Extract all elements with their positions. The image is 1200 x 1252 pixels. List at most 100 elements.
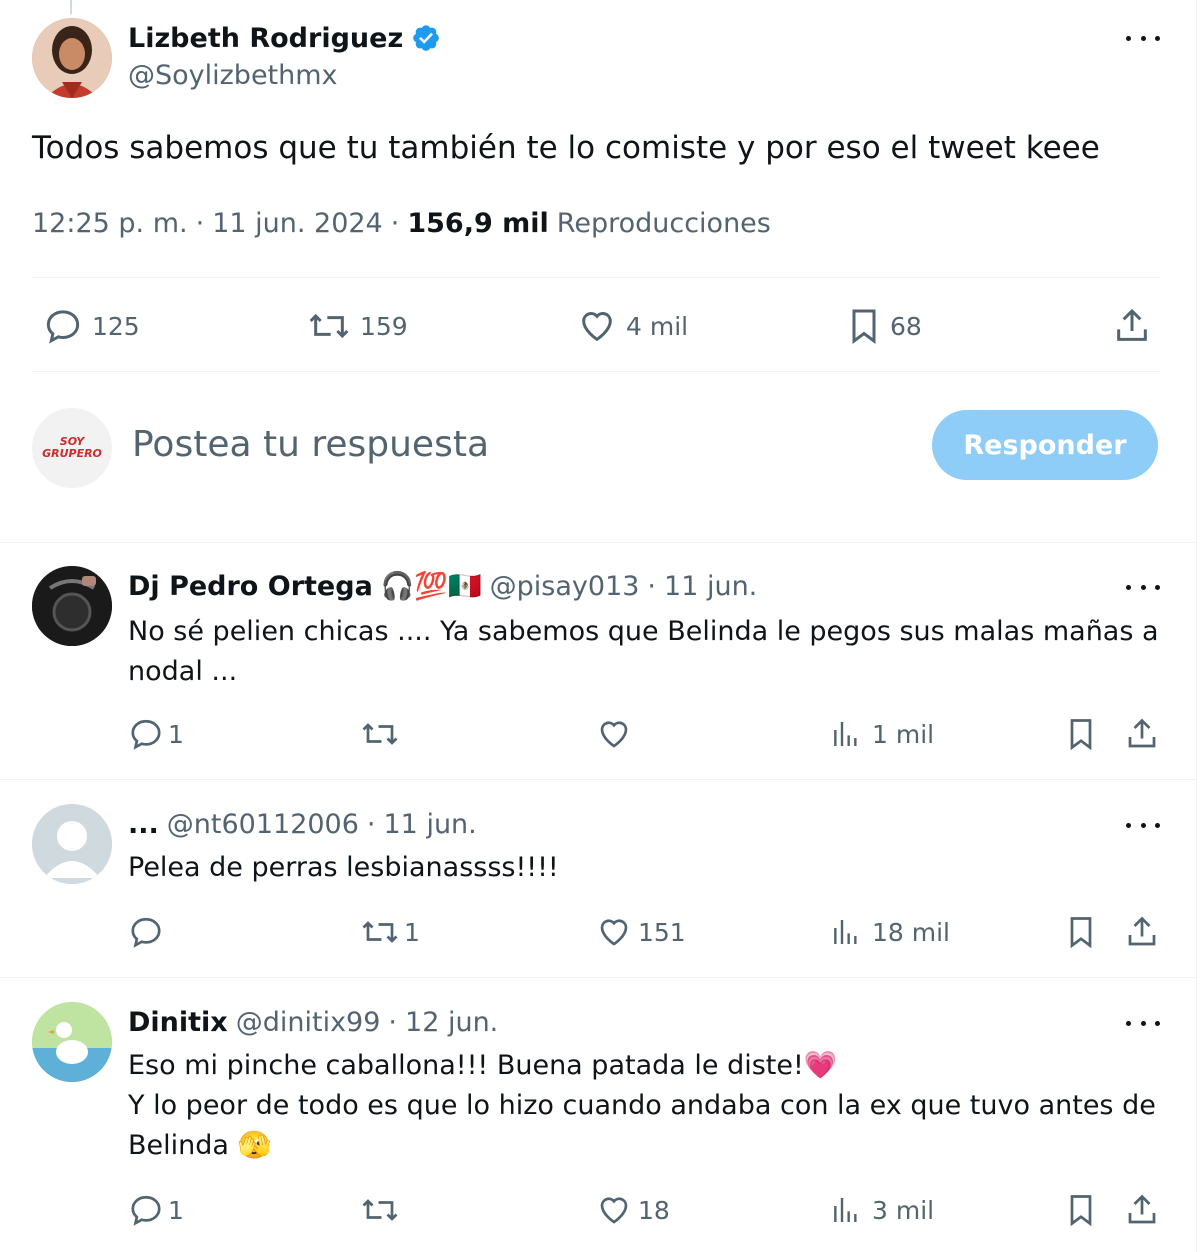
reply-button[interactable]: Responder: [932, 410, 1158, 480]
views-action[interactable]: 1 mil: [830, 716, 934, 752]
reply-author-handle[interactable]: @pisay013: [490, 571, 640, 602]
repost-action[interactable]: 159: [306, 306, 408, 346]
reply-separator: ·: [647, 570, 657, 602]
like-count: 4 mil: [626, 311, 689, 341]
bookmark-icon: [852, 309, 876, 344]
reply-author-name[interactable]: Dj Pedro Ortega: [128, 571, 373, 602]
author-avatar[interactable]: [32, 18, 112, 98]
views-action[interactable]: 3 mil: [830, 1192, 934, 1228]
like-action[interactable]: [596, 716, 632, 752]
section-divider: [0, 977, 1196, 978]
heart-icon: [600, 721, 628, 748]
repost-icon: [362, 723, 398, 745]
meta-separator: ·: [195, 208, 205, 239]
like-action[interactable]: 4 mil: [576, 306, 688, 346]
views-icon: [834, 920, 857, 944]
repost-count: 159: [360, 311, 408, 341]
reply-avatar[interactable]: [32, 804, 112, 884]
author-handle[interactable]: @Soylizbethmx: [128, 60, 338, 91]
more-options-icon[interactable]: [1126, 33, 1160, 43]
bookmark-action[interactable]: [1066, 914, 1096, 950]
reply-author-handle[interactable]: @dinitix99: [236, 1007, 381, 1038]
reply-action[interactable]: 1: [128, 1192, 184, 1228]
reply-icon: [131, 917, 161, 948]
reply-date[interactable]: 11 jun.: [384, 809, 477, 840]
reply-action[interactable]: [128, 914, 164, 950]
repost-icon: [362, 1199, 398, 1221]
composer-avatar: SOY GRUPERO: [32, 408, 112, 488]
composer-avatar-logo: SOY GRUPERO: [42, 435, 102, 460]
reply-author-name[interactable]: ...: [128, 809, 159, 840]
reply-separator: ·: [366, 808, 376, 840]
reply-count: 1: [168, 1195, 184, 1225]
reply-text-line: nodal ...: [128, 656, 238, 687]
reply-avatar[interactable]: [32, 1002, 112, 1082]
reply-input[interactable]: Postea tu respuesta: [132, 424, 489, 465]
reply-text-line: Pelea de perras lesbianassss!!!!: [128, 852, 559, 883]
reply-date[interactable]: 11 jun.: [664, 571, 757, 602]
reply-text: Eso mi pinche caballona!!! Buena patada …: [128, 1046, 1156, 1166]
like-action[interactable]: 18: [596, 1192, 670, 1228]
views-icon: [834, 722, 857, 746]
views-count: 3 mil: [872, 1195, 935, 1225]
bookmark-action[interactable]: [1066, 1192, 1096, 1228]
share-action[interactable]: [1124, 1192, 1160, 1228]
bookmark-action[interactable]: 68: [846, 306, 922, 346]
reply-header: Dj Pedro Ortega 🎧💯🇲🇽 @pisay013 · 11 jun.: [128, 566, 757, 606]
more-options-icon[interactable]: [1126, 820, 1160, 830]
reply-author-handle[interactable]: @nt60112006: [167, 809, 359, 840]
reply-icon: [131, 1195, 161, 1226]
divider: [32, 277, 1160, 278]
meta-separator: ·: [390, 208, 400, 239]
reply-text-line: Eso mi pinche caballona!!! Buena patada …: [128, 1050, 838, 1081]
repost-action[interactable]: [360, 1192, 400, 1228]
tweet-time[interactable]: 12:25 p. m.: [32, 208, 188, 239]
views-action[interactable]: 18 mil: [830, 914, 950, 950]
tweet-meta: 12:25 p. m. · 11 jun. 2024 · 156,9 mil R…: [32, 208, 771, 239]
bookmark-icon: [1070, 719, 1092, 751]
reply-avatar[interactable]: [32, 566, 112, 646]
repost-action[interactable]: [360, 716, 400, 752]
share-action[interactable]: [1112, 306, 1152, 346]
reply-author-emojis: 🎧💯🇲🇽: [380, 571, 482, 602]
reply-text-line: Y lo peor de todo es que lo hizo cuando …: [128, 1090, 1156, 1121]
repost-icon: [309, 313, 349, 339]
share-action[interactable]: [1124, 914, 1160, 950]
reply-author-name[interactable]: Dinitix: [128, 1007, 228, 1038]
reply-header: ... @nt60112006 · 11 jun.: [128, 804, 477, 844]
tweet-text: Todos sabemos que tu también te lo comis…: [32, 130, 1100, 166]
reply-icon: [46, 310, 80, 344]
views-count: 156,9 mil: [407, 208, 549, 239]
repost-action[interactable]: 1: [360, 914, 420, 950]
bookmark-icon: [1070, 1195, 1092, 1227]
heart-icon: [600, 919, 628, 946]
share-action[interactable]: [1124, 716, 1160, 752]
reply-text-line: Belinda 🫣: [128, 1130, 272, 1161]
tweet-date[interactable]: 11 jun. 2024: [212, 208, 383, 239]
author-name[interactable]: Lizbeth Rodriguez: [128, 23, 403, 54]
like-count: 18: [638, 1195, 670, 1225]
reply-action[interactable]: 125: [42, 306, 140, 346]
reply-icon: [131, 719, 161, 750]
divider: [32, 371, 1160, 372]
repost-count: 1: [404, 917, 420, 947]
more-options-icon[interactable]: [1126, 1018, 1160, 1028]
bookmark-action[interactable]: [1066, 716, 1096, 752]
like-action[interactable]: 151: [596, 914, 686, 950]
share-icon: [1128, 718, 1156, 748]
thread-top-line: [70, 0, 72, 14]
heart-icon: [582, 312, 612, 342]
views-label: Reproducciones: [556, 208, 771, 239]
share-icon: [1128, 1194, 1156, 1224]
bookmark-count: 68: [890, 311, 922, 341]
reply-count: 1: [168, 719, 184, 749]
section-divider: [0, 542, 1196, 543]
reply-date[interactable]: 12 jun.: [405, 1007, 498, 1038]
views-count: 18 mil: [872, 917, 951, 947]
more-options-icon[interactable]: [1126, 582, 1160, 592]
verified-badge-icon: [411, 23, 441, 53]
reply-action[interactable]: 1: [128, 716, 184, 752]
author-name-row: Lizbeth Rodriguez: [128, 18, 441, 58]
reply-text: No sé pelien chicas .... Ya sabemos que …: [128, 612, 1159, 692]
share-icon: [1128, 916, 1156, 946]
